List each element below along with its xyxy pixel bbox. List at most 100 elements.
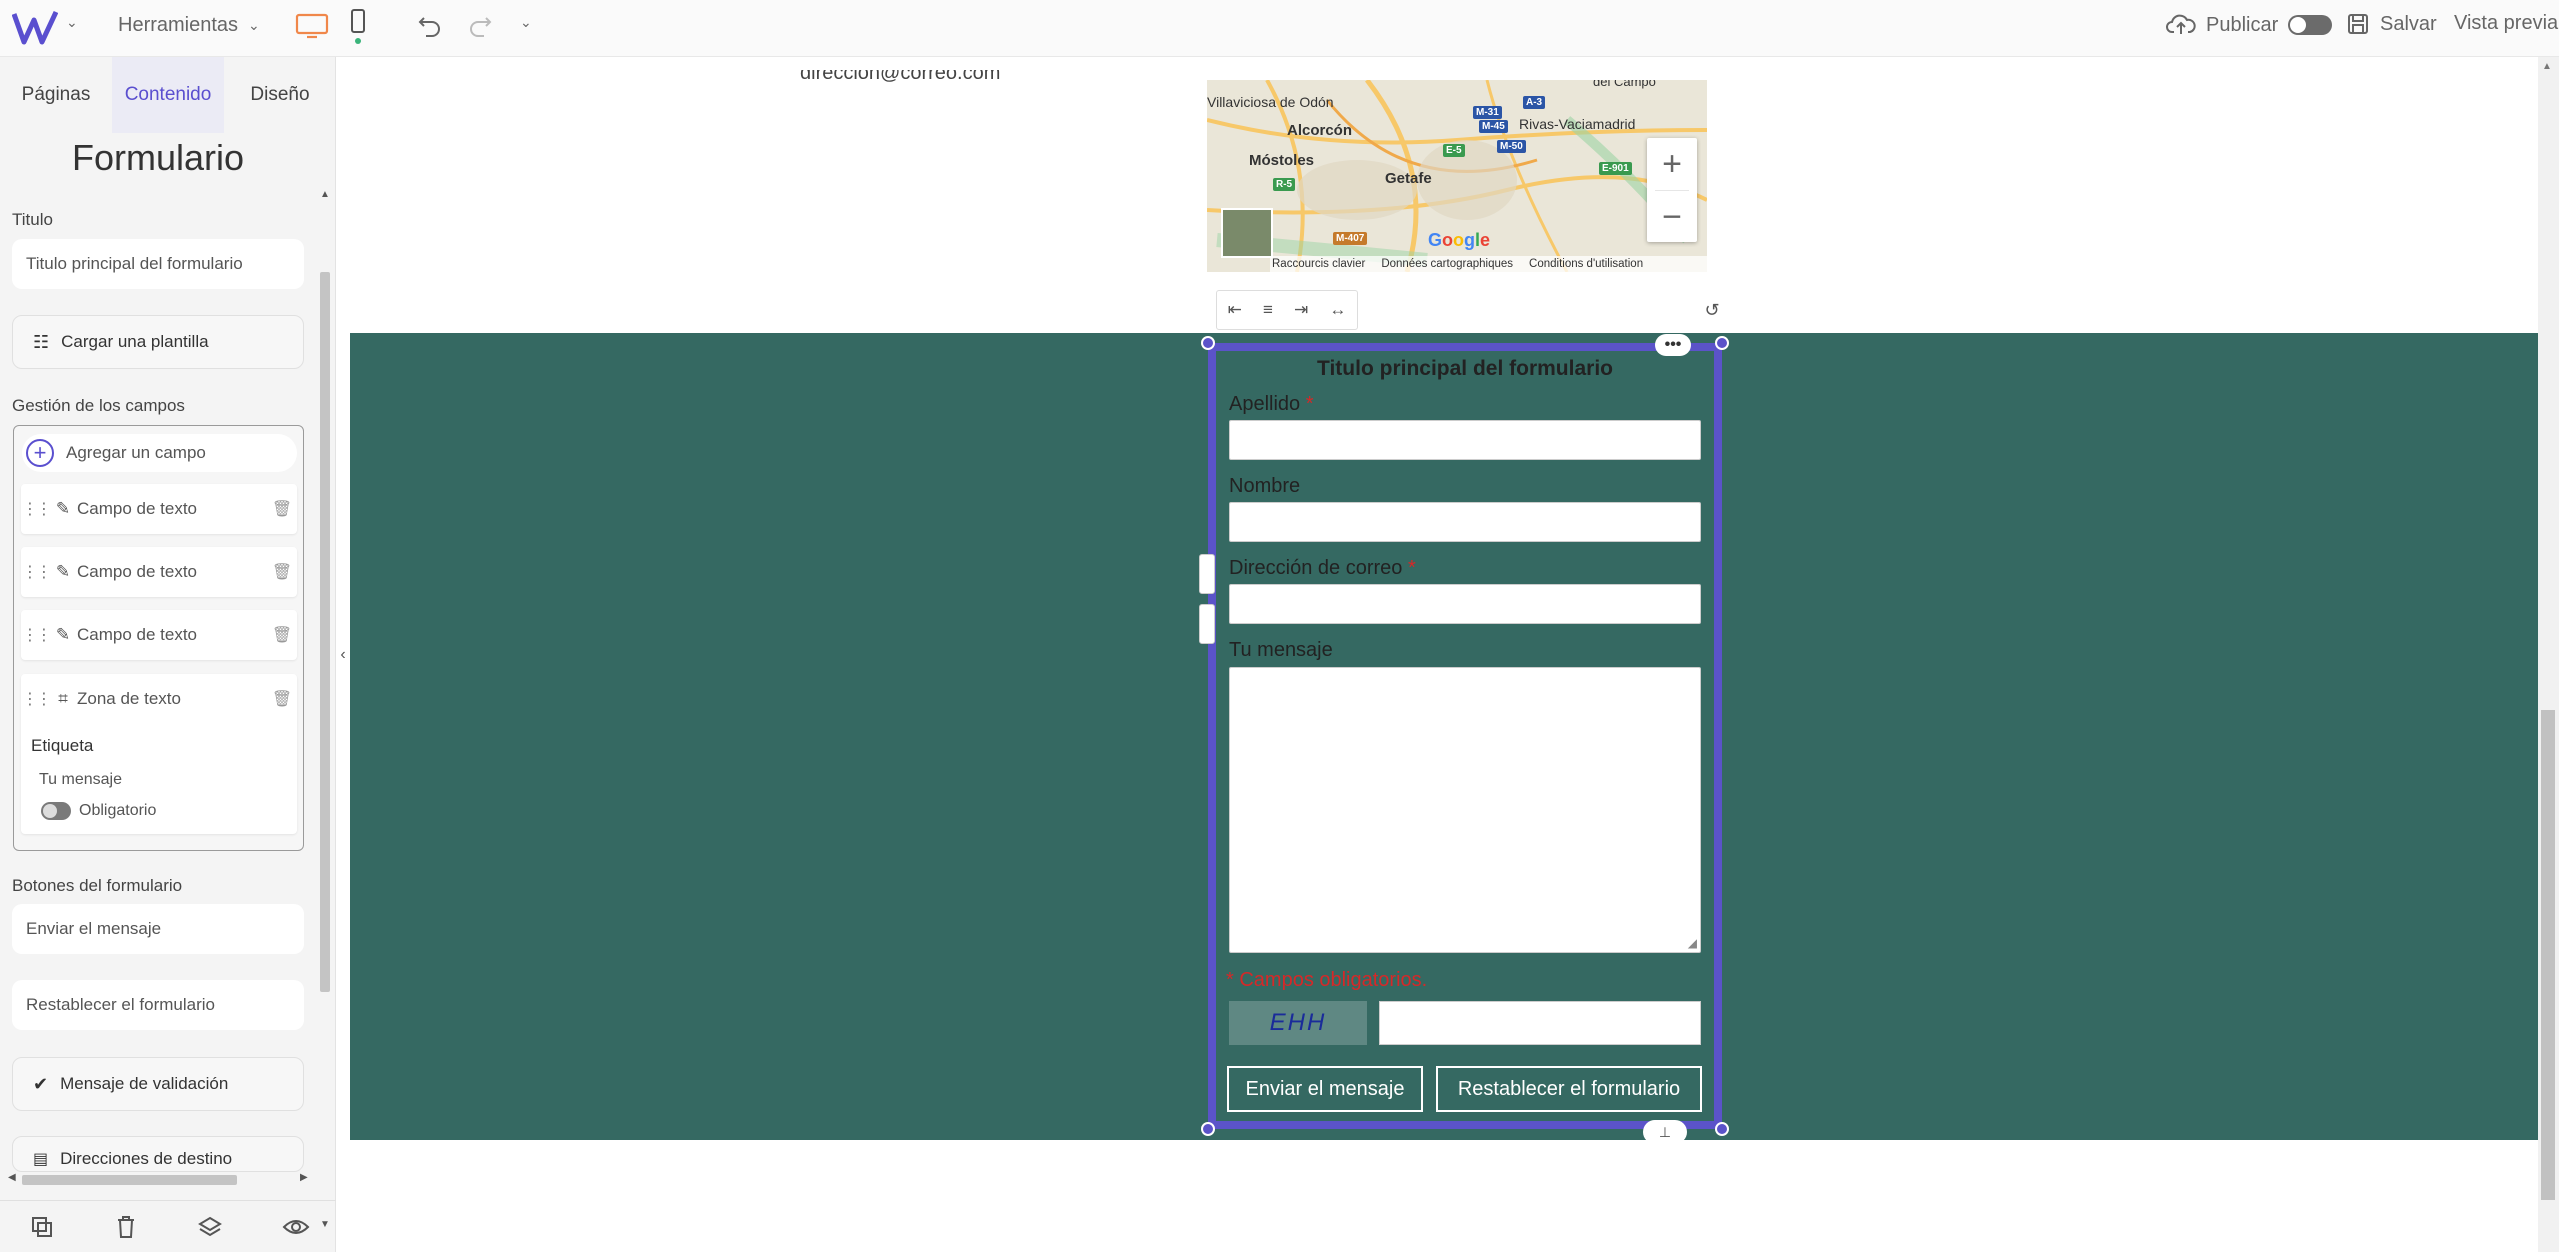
undo-button[interactable]: [412, 8, 448, 44]
tag-label: Etiqueta: [31, 736, 94, 755]
road-badge: M-45: [1479, 120, 1508, 133]
history-menu-chevron[interactable]: ⌄: [520, 14, 532, 31]
full-width-icon[interactable]: ↔: [1329, 300, 1346, 320]
scroll-right-arrow-icon[interactable]: ▶: [300, 1172, 308, 1183]
desktop-view-button[interactable]: [294, 8, 330, 44]
align-center-icon[interactable]: ≡: [1263, 300, 1273, 320]
bottom-drag-handle[interactable]: ⊥: [1643, 1120, 1687, 1144]
destinations-button[interactable]: ▤ Direcciones de destino: [12, 1136, 304, 1172]
zoom-out-button[interactable]: −: [1647, 191, 1697, 243]
sidebar-hscroll-thumb[interactable]: [22, 1175, 237, 1185]
scroll-left-arrow-icon[interactable]: ◀: [8, 1172, 16, 1183]
tab-design[interactable]: Diseño: [224, 57, 336, 133]
form-buttons-label: Botones del formulario: [12, 876, 183, 895]
trash-icon[interactable]: 🗑: [267, 562, 297, 582]
preview-button[interactable]: Vista previa: [2454, 12, 2558, 35]
required-asterisk: *: [1305, 393, 1314, 415]
field-label-text: Tu mensaje: [1229, 639, 1333, 661]
field-label-text: Dirección de correo: [1229, 557, 1403, 579]
map-terms-link[interactable]: Conditions d'utilisation: [1529, 258, 1643, 270]
reset-button[interactable]: Restablecer el formulario: [1436, 1066, 1702, 1112]
submit-text-input[interactable]: Enviar el mensaje: [12, 904, 304, 954]
field-item[interactable]: ⋮⋮ ✎ Campo de texto 🗑: [21, 610, 297, 660]
tab-content[interactable]: Contenido: [112, 57, 224, 133]
canvas-scrollbar[interactable]: ▲: [2538, 57, 2559, 1252]
road-badge: M-50: [1497, 140, 1526, 153]
logo-menu-chevron[interactable]: ⌄: [66, 14, 78, 31]
validation-message-button[interactable]: ✔ Mensaje de validación: [12, 1057, 304, 1111]
sidebar-scroll-thumb[interactable]: [320, 272, 330, 992]
resize-handle[interactable]: [1201, 336, 1215, 350]
side-drag-handle[interactable]: [1199, 604, 1215, 644]
resize-handle[interactable]: [1715, 1122, 1729, 1136]
scroll-up-arrow-icon[interactable]: ▲: [2542, 61, 2552, 72]
tag-input[interactable]: Tu mensaje: [31, 762, 287, 798]
delete-button[interactable]: [108, 1209, 144, 1245]
save-button[interactable]: Salvar: [2346, 12, 2437, 36]
required-toggle[interactable]: [41, 802, 71, 820]
layers-button[interactable]: [192, 1209, 228, 1245]
map-keyboard-shortcuts-link[interactable]: Raccourcis clavier: [1272, 258, 1365, 270]
lastname-input[interactable]: [1229, 420, 1701, 460]
duplicate-icon: [32, 1217, 52, 1237]
map-data-link[interactable]: Données cartographiques: [1381, 258, 1513, 270]
firstname-input[interactable]: [1229, 502, 1701, 542]
field-item[interactable]: ⋮⋮ ✎ Campo de texto 🗑: [21, 484, 297, 534]
visibility-button[interactable]: [278, 1209, 314, 1245]
collapse-sidebar-button[interactable]: ‹: [336, 640, 350, 670]
scroll-up-arrow-icon[interactable]: ▲: [320, 189, 330, 200]
top-toolbar: ⌄ Herramientas ⌄ ⌄ Publicar Salvar Vista…: [0, 0, 2559, 57]
reset-text-input[interactable]: Restablecer el formulario: [12, 980, 304, 1030]
drag-handle-icon[interactable]: ⋮⋮: [21, 499, 52, 519]
sidebar-scrollbar[interactable]: ▲ ▼: [318, 127, 330, 1230]
reset-position-button[interactable]: ↺: [1700, 298, 1724, 322]
load-template-button[interactable]: ☷ Cargar una plantilla: [12, 315, 304, 369]
email-input[interactable]: [1229, 584, 1701, 624]
map-place-label: Móstoles: [1249, 152, 1315, 169]
map-satellite-thumbnail[interactable]: [1221, 208, 1273, 258]
message-textarea[interactable]: ◢: [1229, 667, 1701, 953]
minus-icon: −: [1662, 197, 1682, 236]
publish-toggle[interactable]: [2288, 15, 2333, 35]
zoom-in-button[interactable]: +: [1647, 138, 1697, 190]
sidebar-hscrollbar[interactable]: ◀ ▶: [8, 1172, 308, 1186]
field-item-header[interactable]: ⋮⋮ ⌗ Zona de texto 🗑: [21, 674, 297, 724]
drag-handle-icon[interactable]: ⋮⋮: [21, 689, 52, 709]
canvas-scroll-thumb[interactable]: [2541, 710, 2555, 1200]
add-field-label: Agregar un campo: [66, 443, 206, 462]
tag-input-value: Tu mensaje: [39, 771, 122, 788]
add-field-button[interactable]: + Agregar un campo: [22, 434, 297, 472]
mobile-icon: [351, 9, 365, 44]
required-toggle-row[interactable]: Obligatorio: [41, 802, 156, 820]
resize-grip-icon[interactable]: ◢: [1688, 936, 1697, 950]
trash-icon[interactable]: 🗑: [267, 625, 297, 645]
drag-handle-icon[interactable]: ⋮⋮: [21, 625, 52, 645]
resize-handle[interactable]: [1201, 1122, 1215, 1136]
trash-icon[interactable]: 🗑: [267, 499, 297, 519]
captcha-input[interactable]: [1379, 1001, 1701, 1045]
app-logo[interactable]: [12, 8, 62, 48]
field-label-email: Dirección de correo *: [1229, 557, 1416, 580]
submit-button[interactable]: Enviar el mensaje: [1227, 1066, 1423, 1112]
title-input[interactable]: Titulo principal del formulario: [12, 239, 304, 289]
tab-pages[interactable]: Páginas: [0, 57, 112, 133]
trash-icon[interactable]: 🗑: [267, 689, 297, 709]
more-horizontal-icon: •••: [1664, 336, 1682, 353]
map-place-label: Rivas-Vaciamadrid: [1519, 116, 1636, 132]
mobile-view-button[interactable]: [340, 8, 376, 44]
plus-icon: +: [1662, 144, 1682, 183]
alignment-toolbar: ⇤ ≡ ⇥ ↔: [1216, 290, 1358, 330]
field-item-label: Campo de texto: [77, 499, 198, 518]
duplicate-button[interactable]: [24, 1209, 60, 1245]
field-item[interactable]: ⋮⋮ ✎ Campo de texto 🗑: [21, 547, 297, 597]
tab-design-label: Diseño: [250, 84, 310, 105]
align-left-icon[interactable]: ⇤: [1228, 300, 1242, 320]
tools-dropdown[interactable]: Herramientas ⌄: [118, 14, 260, 37]
side-drag-handle[interactable]: [1199, 554, 1215, 594]
redo-button[interactable]: [462, 8, 498, 44]
drag-handle-icon[interactable]: ⋮⋮: [21, 562, 52, 582]
resize-handle[interactable]: [1715, 336, 1729, 350]
block-options-button[interactable]: •••: [1655, 334, 1691, 356]
publish-control[interactable]: Publicar: [2166, 12, 2333, 38]
align-right-icon[interactable]: ⇥: [1294, 300, 1308, 320]
